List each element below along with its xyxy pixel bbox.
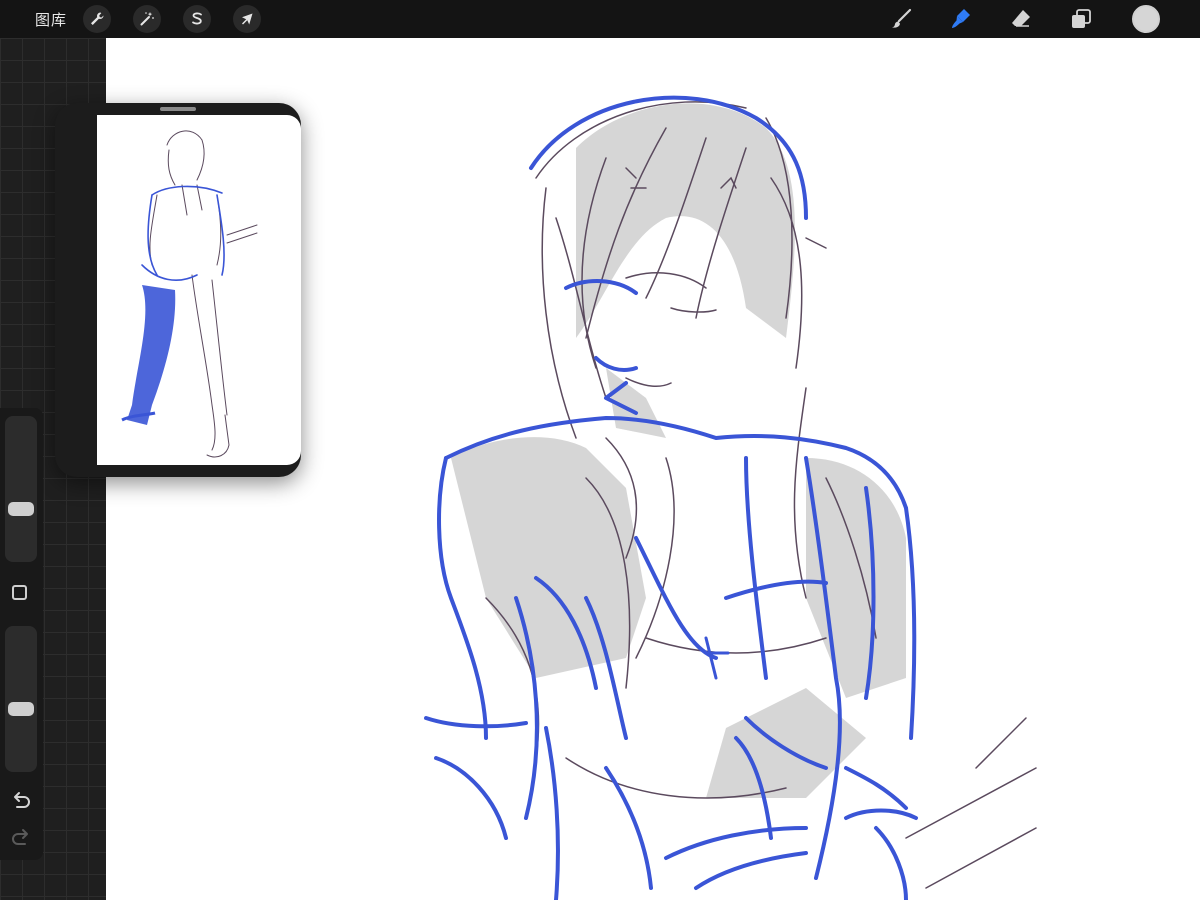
adjustments-button[interactable] — [133, 5, 162, 33]
smudge-icon — [952, 9, 970, 28]
smudge-tool-button[interactable] — [946, 4, 976, 34]
modify-button[interactable] — [12, 585, 27, 600]
brush-size-thumb[interactable] — [8, 501, 34, 516]
reference-drag-handle[interactable] — [160, 107, 196, 111]
color-picker-button[interactable] — [1132, 5, 1160, 33]
reference-sketch — [121, 130, 258, 458]
brush-size-slider[interactable] — [5, 416, 37, 562]
magic-wand-icon — [140, 12, 154, 26]
eraser-icon — [1012, 10, 1030, 27]
brush-tool-button[interactable] — [886, 4, 916, 34]
arrow-cursor-icon — [242, 13, 253, 25]
redo-icon[interactable] — [10, 828, 32, 850]
procreate-app: 图库 — [0, 0, 1200, 900]
opacity-thumb[interactable] — [8, 701, 34, 716]
undo-icon[interactable] — [10, 791, 32, 813]
sidebar — [0, 408, 43, 860]
brush-icon — [892, 8, 912, 28]
right-tool-group — [856, 0, 1200, 38]
layers-button[interactable] — [1066, 4, 1096, 34]
transform-button[interactable] — [233, 5, 262, 33]
wrench-icon — [91, 12, 104, 25]
layers-icon — [1072, 9, 1091, 28]
selection-button[interactable] — [183, 5, 212, 33]
top-toolbar: 图库 — [0, 0, 1200, 38]
opacity-slider[interactable] — [5, 626, 37, 772]
actions-button[interactable] — [83, 5, 112, 33]
reference-image — [97, 115, 301, 465]
reference-leg-fill — [127, 285, 176, 425]
gallery-button[interactable]: 图库 — [35, 9, 67, 30]
eraser-tool-button[interactable] — [1006, 4, 1036, 34]
selection-s-icon — [192, 12, 202, 25]
reference-window[interactable] — [55, 103, 301, 477]
